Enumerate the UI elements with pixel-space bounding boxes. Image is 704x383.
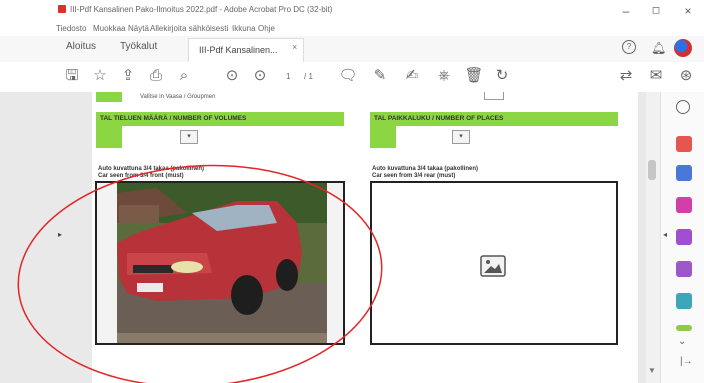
collapse-left-icon[interactable]: ▸	[58, 230, 62, 239]
red-ellipse-annotation	[17, 164, 383, 383]
zoom-icon[interactable]: ⌕	[174, 66, 194, 86]
edit-pdf-icon[interactable]	[676, 165, 692, 181]
delete-icon[interactable]: 🗑︎	[464, 66, 484, 86]
window-title: III-Pdf Kansalinen Pako-Ilmoitus 2022.pd…	[70, 5, 333, 14]
export-pdf-icon[interactable]	[676, 136, 692, 152]
print-icon[interactable]: ⎙	[146, 66, 166, 86]
profile-icon[interactable]: ⊛	[676, 66, 696, 86]
next-page-icon[interactable]: ⊙	[250, 66, 270, 86]
prev-page-icon[interactable]: ⊙	[222, 66, 242, 86]
bell-icon[interactable]: 🔔︎	[651, 41, 666, 55]
stamp-icon[interactable]: ⎈	[434, 66, 454, 86]
menu-window[interactable]: Ikkuna	[232, 24, 256, 33]
tab-document[interactable]: III-Pdf Kansalinen...	[188, 38, 304, 62]
profile-avatar[interactable]	[674, 39, 692, 57]
menu-sign[interactable]: Allekirjoita sähköisesti	[150, 24, 228, 33]
page-count: / 1	[304, 72, 313, 81]
star-icon[interactable]: ☆	[90, 66, 110, 86]
protect-icon[interactable]	[676, 293, 692, 309]
tab-tools[interactable]: Työkalut	[120, 41, 157, 52]
app-logo-icon	[58, 5, 66, 13]
menu-view[interactable]: Näytä	[128, 24, 149, 33]
tab-bar	[0, 36, 704, 63]
rotate-icon[interactable]: ↻	[492, 66, 512, 86]
vertical-scrollbar[interactable]	[646, 92, 660, 383]
collapse-panel-icon[interactable]: ◂	[663, 230, 667, 239]
menu-help[interactable]: Ohje	[258, 24, 275, 33]
pen-icon[interactable]: ✎	[370, 66, 390, 86]
sign-icon[interactable]: ✍︎	[402, 66, 422, 86]
search-tool-icon[interactable]	[676, 100, 690, 114]
maximize-button[interactable]: ◻	[642, 2, 670, 20]
fill-sign-icon[interactable]	[676, 261, 692, 277]
expand-panel-icon[interactable]: |→	[680, 356, 693, 367]
page-number-input[interactable]: 1	[286, 72, 290, 81]
menu-file[interactable]: Tiedosto	[56, 24, 86, 33]
tab-home[interactable]: Aloitus	[66, 41, 96, 52]
organize-pages-icon[interactable]	[676, 229, 692, 245]
scrollbar-thumb[interactable]	[648, 160, 656, 180]
comment-icon[interactable]: 🗨︎	[338, 66, 358, 86]
share-icon[interactable]: ⇄	[616, 66, 636, 86]
menu-edit[interactable]: Muokkaa	[93, 24, 125, 33]
minimize-button[interactable]: –	[612, 2, 640, 20]
close-tab-icon[interactable]: ×	[292, 42, 297, 52]
more-tools-icon[interactable]	[676, 325, 692, 331]
scroll-down-icon[interactable]: ▼	[648, 366, 656, 375]
close-window-button[interactable]: ×	[674, 2, 702, 20]
upload-icon[interactable]: ⇪	[118, 66, 138, 86]
chevron-down-icon[interactable]: ⌄	[678, 336, 686, 347]
create-pdf-icon[interactable]	[676, 197, 692, 213]
help-icon[interactable]: ?	[622, 40, 636, 54]
mail-icon[interactable]: ✉	[646, 66, 666, 86]
save-icon[interactable]: 🖫	[62, 66, 82, 86]
